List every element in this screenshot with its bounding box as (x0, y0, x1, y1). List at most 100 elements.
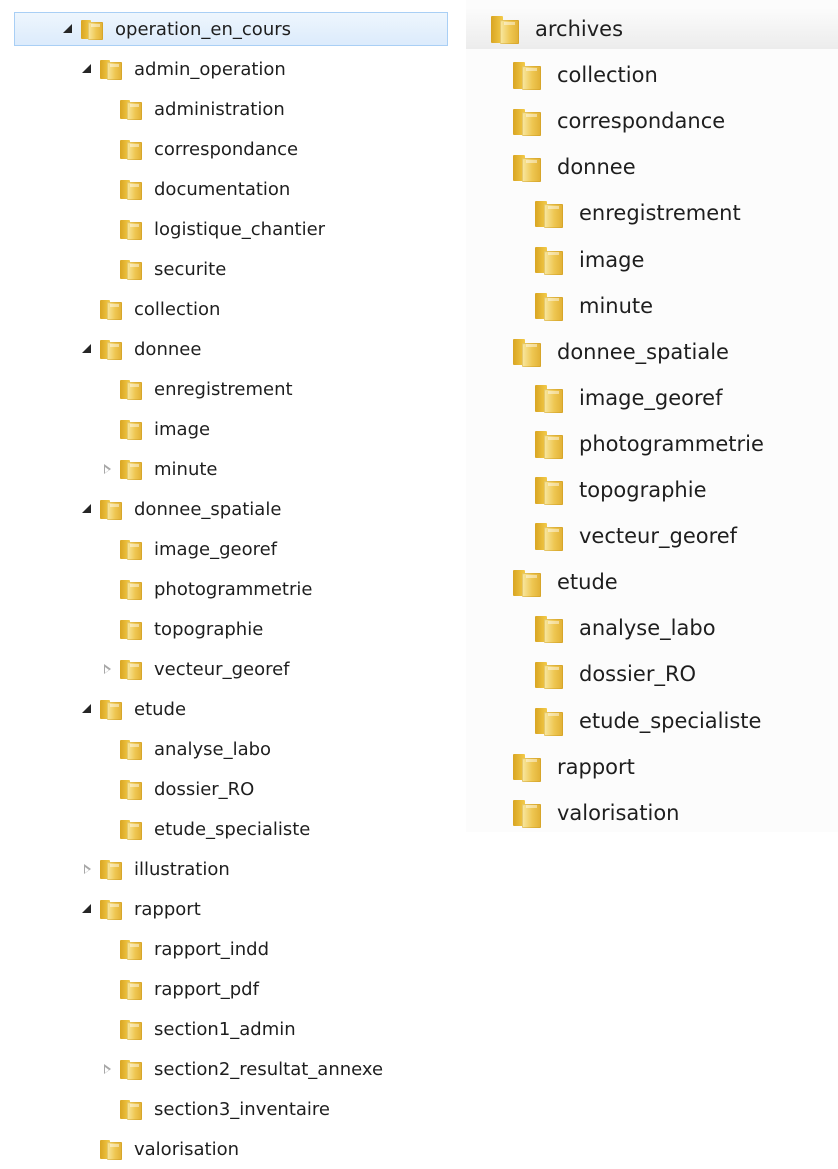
tree-item-label: section2_resultat_annexe (154, 1058, 384, 1080)
tree-item-valorisation[interactable]: valorisation (0, 1132, 448, 1166)
folder-icon (513, 798, 541, 828)
tree-item-label: analyse_labo (579, 616, 716, 641)
tree-item-label: donnee_spatiale (557, 339, 729, 364)
tree-item-vecteur-georef[interactable]: vecteur_georef (0, 652, 448, 686)
tree-item-illustration[interactable]: illustration (0, 852, 448, 886)
tree-item-rapport[interactable]: rapport (466, 747, 838, 787)
tree-item-dossier-ro[interactable]: dossier_RO (0, 772, 448, 806)
tree-item-label: image_georef (579, 385, 723, 410)
folder-icon (513, 337, 541, 367)
tree-item-etude-specialiste[interactable]: etude_specialiste (466, 701, 838, 741)
tree-item-donnee-spatiale[interactable]: donnee_spatiale (0, 492, 448, 526)
tree-item-image-georef[interactable]: image_georef (0, 532, 448, 566)
arrow-placeholder (100, 742, 114, 756)
tree-item-documentation[interactable]: documentation (0, 172, 448, 206)
folder-icon (120, 138, 142, 160)
tree-item-collection[interactable]: collection (0, 292, 448, 326)
tree-item-dossier-ro[interactable]: dossier_RO (466, 654, 838, 694)
collapsed-arrow-icon[interactable] (100, 662, 114, 676)
tree-item-analyse-labo[interactable]: analyse_labo (466, 608, 838, 648)
expanded-arrow-icon[interactable] (80, 62, 94, 76)
tree-item-analyse-labo[interactable]: analyse_labo (0, 732, 448, 766)
tree-item-etude-specialiste[interactable]: etude_specialiste (0, 812, 448, 846)
arrow-placeholder (100, 982, 114, 996)
tree-item-topographie[interactable]: topographie (466, 470, 838, 510)
tree-item-image[interactable]: image (0, 412, 448, 446)
tree-item-image-georef[interactable]: image_georef (466, 378, 838, 418)
tree-item-securite[interactable]: securite (0, 252, 448, 286)
folder-icon (535, 475, 563, 505)
tree-item-label: rapport (557, 754, 635, 779)
tree-item-donnee-spatiale[interactable]: donnee_spatiale (466, 332, 838, 372)
tree-item-donnee[interactable]: donnee (466, 147, 838, 187)
tree-item-etude[interactable]: etude (0, 692, 448, 726)
arrow-placeholder (100, 262, 114, 276)
collapsed-arrow-icon[interactable] (80, 862, 94, 876)
right-folder-tree: archives collection correspondance donnee en… (466, 0, 838, 832)
tree-item-correspondance[interactable]: correspondance (0, 132, 448, 166)
tree-item-label: securite (154, 258, 227, 280)
tree-item-photogrammetrie[interactable]: photogrammetrie (0, 572, 448, 606)
tree-item-label: etude_specialiste (579, 708, 762, 733)
tree-item-section1-admin[interactable]: section1_admin (0, 1012, 448, 1046)
collapsed-arrow-icon[interactable] (100, 1062, 114, 1076)
tree-item-label: dossier_RO (579, 662, 697, 687)
expanded-arrow-icon[interactable] (80, 342, 94, 356)
tree-item-operation-en-cours[interactable]: operation_en_cours (14, 12, 448, 46)
folder-icon (535, 383, 563, 413)
arrow-placeholder (100, 942, 114, 956)
folder-icon (513, 752, 541, 782)
tree-item-donnee[interactable]: donnee (0, 332, 448, 366)
folder-icon (513, 106, 541, 137)
tree-item-vecteur-georef[interactable]: vecteur_georef (466, 516, 838, 556)
left-folder-tree: operation_en_cours admin_operationadminis… (0, 0, 448, 1169)
folder-icon (120, 938, 142, 960)
tree-item-label: minute (579, 293, 654, 318)
folder-icon (535, 659, 563, 690)
tree-item-label: collection (134, 298, 221, 320)
arrow-placeholder (100, 102, 114, 116)
tree-item-admin-operation[interactable]: admin_operation (0, 52, 448, 86)
tree-item-section2-resultat-annexe[interactable]: section2_resultat_annexe (0, 1052, 448, 1086)
tree-item-topographie[interactable]: topographie (0, 612, 448, 646)
tree-item-minute[interactable]: minute (466, 286, 838, 326)
tree-item-correspondance[interactable]: correspondance (466, 101, 838, 141)
tree-item-minute[interactable]: minute (0, 452, 448, 486)
expanded-arrow-icon[interactable] (80, 702, 94, 716)
expanded-arrow-icon[interactable] (80, 502, 94, 516)
folder-icon (100, 498, 122, 520)
arrow-placeholder (100, 782, 114, 796)
tree-item-logistique-chantier[interactable]: logistique_chantier (0, 212, 448, 246)
tree-item-enregistrement[interactable]: enregistrement (466, 193, 838, 233)
tree-item-image[interactable]: image (466, 240, 838, 280)
tree-item-label: correspondance (154, 138, 299, 160)
tree-item-rapport-pdf[interactable]: rapport_pdf (0, 972, 448, 1006)
tree-item-label: archives (535, 17, 624, 41)
arrow-placeholder (80, 302, 94, 316)
tree-item-enregistrement[interactable]: enregistrement (0, 372, 448, 406)
tree-item-section3-inventaire[interactable]: section3_inventaire (0, 1092, 448, 1126)
tree-item-administration[interactable]: administration (0, 92, 448, 126)
arrow-placeholder (100, 382, 114, 396)
tree-item-rapport-indd[interactable]: rapport_indd (0, 932, 448, 966)
folder-icon (535, 521, 563, 552)
tree-item-label: photogrammetrie (579, 431, 764, 456)
folder-icon (100, 298, 122, 320)
tree-item-collection[interactable]: collection (466, 55, 838, 95)
tree-item-valorisation[interactable]: valorisation (466, 793, 838, 833)
folder-icon (81, 18, 103, 40)
tree-item-archives[interactable]: archives (466, 9, 838, 49)
tree-item-rapport[interactable]: rapport (0, 892, 448, 926)
tree-item-etude[interactable]: etude (466, 562, 838, 602)
tree-item-label: section1_admin (154, 1018, 296, 1040)
tree-item-label: documentation (154, 178, 291, 200)
tree-item-photogrammetrie[interactable]: photogrammetrie (466, 424, 838, 464)
expanded-arrow-icon[interactable] (80, 902, 94, 916)
tree-item-label: valorisation (557, 800, 680, 825)
collapsed-arrow-icon[interactable] (100, 462, 114, 476)
arrow-placeholder (100, 1022, 114, 1036)
expanded-arrow-icon[interactable] (61, 22, 75, 36)
tree-item-label: valorisation (134, 1138, 239, 1160)
tree-item-label: etude (134, 698, 187, 720)
tree-item-label: image_georef (154, 538, 277, 560)
